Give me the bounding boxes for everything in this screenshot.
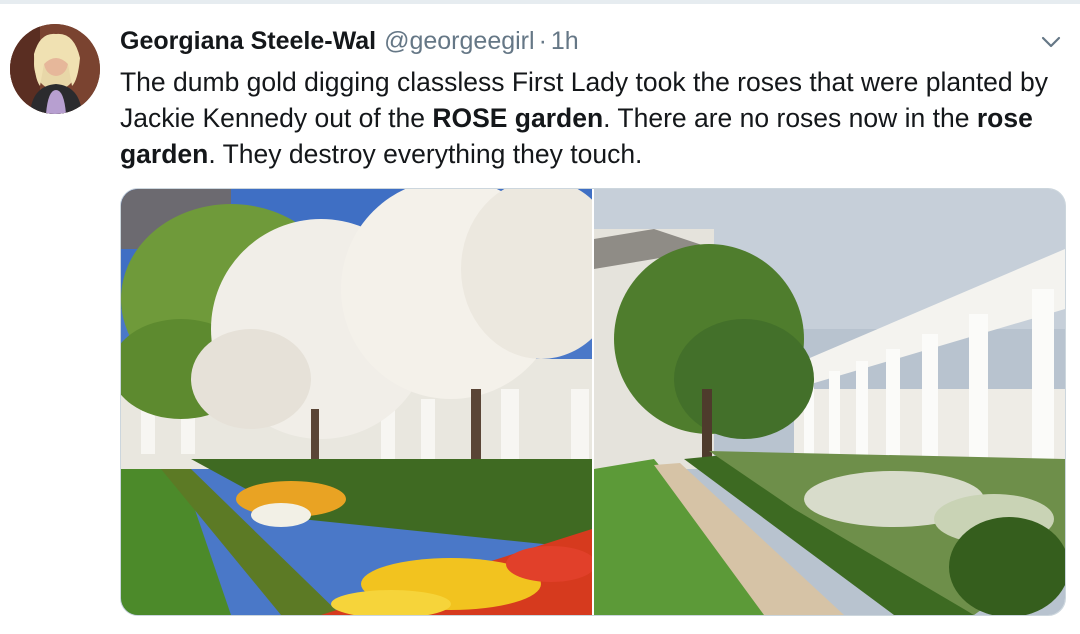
chevron-down-icon[interactable]: [1036, 30, 1066, 54]
photo-garden-after[interactable]: [594, 189, 1065, 615]
tweet-text: The dumb gold digging classless First La…: [120, 64, 1060, 172]
author-handle[interactable]: @georgeegirl: [384, 27, 534, 55]
author-name[interactable]: Georgiana Steele-Wal: [120, 27, 376, 55]
tweet-card[interactable]: Georgiana Steele-Wal @georgeegirl · 1h The …: [0, 0, 1080, 634]
photo-garden-before[interactable]: [121, 189, 592, 615]
tweet-media[interactable]: [120, 188, 1066, 616]
tweet-text-bold: ROSE garden: [432, 103, 604, 133]
avatar-image: [10, 24, 100, 114]
avatar[interactable]: [10, 24, 100, 114]
tweet-header: Georgiana Steele-Wal @georgeegirl · 1h: [120, 27, 579, 61]
tweet-timestamp[interactable]: 1h: [551, 27, 579, 55]
tweet-text-part: . They destroy everything they touch.: [208, 139, 643, 169]
separator-dot: ·: [538, 27, 547, 55]
tweet-text-part: . There are no roses now in the: [603, 103, 977, 133]
